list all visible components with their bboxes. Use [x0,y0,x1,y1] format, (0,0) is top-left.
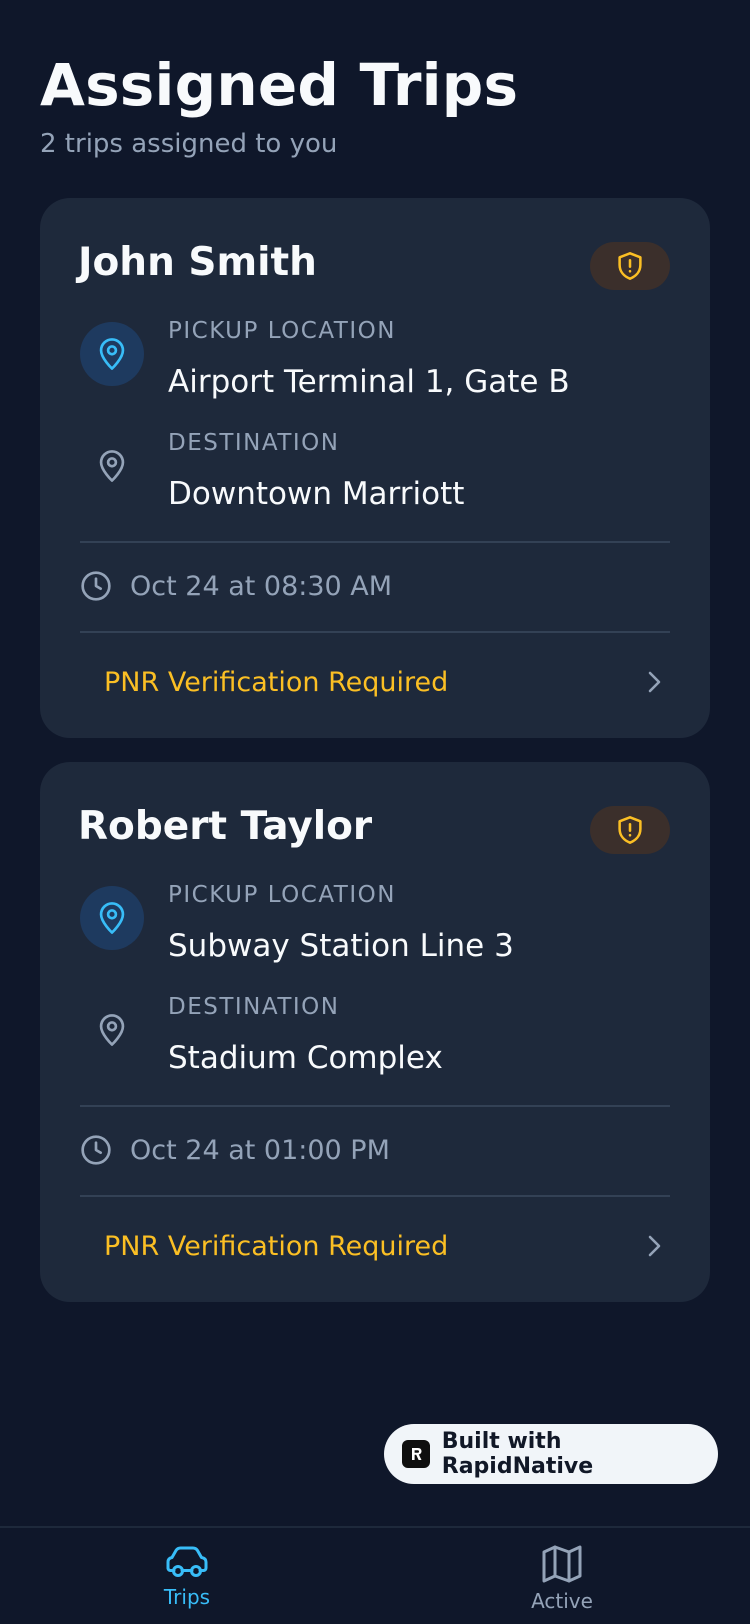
pickup-pin-container [80,322,144,386]
destination-value: Stadium Complex [168,1040,443,1076]
divider [80,1195,670,1197]
divider [80,631,670,633]
chevron-right-icon [648,1235,661,1257]
clock-icon [81,1135,111,1165]
pickup-pin-container [80,886,144,950]
trip-card[interactable]: John Smith PICKUP LOCATION Airport Termi… [40,198,710,738]
passenger-name: John Smith [78,240,317,285]
pickup-label: PICKUP LOCATION [168,882,396,908]
tab-trips[interactable]: Trips [87,1544,287,1610]
tab-trips-label: Trips [163,1585,211,1609]
tab-active[interactable]: Active [462,1544,662,1614]
destination-pin-container [80,998,144,1062]
trip-card[interactable]: Robert Taylor PICKUP LOCATION Subway Sta… [40,762,710,1302]
app-screen: Assigned Trips 2 trips assigned to you J… [0,0,750,1624]
pnr-verification-label: PNR Verification Required [104,1230,449,1262]
pickup-value: Subway Station Line 3 [168,928,514,964]
header: Assigned Trips 2 trips assigned to you [40,50,710,162]
verification-badge[interactable] [590,806,670,854]
destination-pin-container [80,434,144,498]
shield-alert-icon [618,816,642,844]
pnr-verification-button[interactable]: PNR Verification Required [80,634,670,730]
rapidnative-logo-icon [402,1440,430,1468]
pnr-verification-button[interactable]: PNR Verification Required [80,1198,670,1294]
divider [80,541,670,543]
page-subtitle: 2 trips assigned to you [40,129,338,159]
map-pin-icon [99,450,125,482]
trip-time: Oct 24 at 08:30 AM [130,570,393,602]
page-title: Assigned Trips [40,51,519,119]
trip-time: Oct 24 at 01:00 PM [130,1134,390,1166]
rapidnative-label: Built with RapidNative [441,1429,594,1479]
trip-time-row: Oct 24 at 01:00 PM [80,1128,390,1172]
map-pin-icon [99,1014,125,1046]
map-pin-icon [99,338,125,370]
rapidnative-badge[interactable]: Built with RapidNative [384,1424,718,1484]
pickup-label: PICKUP LOCATION [168,318,396,344]
verification-badge[interactable] [590,242,670,290]
pickup-value: Airport Terminal 1, Gate B [168,364,570,400]
tab-active-label: Active [531,1589,593,1613]
destination-value: Downtown Marriott [168,476,465,512]
clock-icon [81,571,111,601]
destination-label: DESTINATION [168,430,340,456]
destination-label: DESTINATION [168,994,340,1020]
divider [80,1105,670,1107]
chevron-right-icon [648,671,661,693]
shield-alert-icon [618,252,642,280]
map-pin-icon [99,902,125,934]
car-icon [166,1546,208,1577]
map-icon [542,1545,582,1583]
bottom-tab-bar: Trips Active [0,1526,750,1624]
trip-time-row: Oct 24 at 08:30 AM [80,564,392,608]
pnr-verification-label: PNR Verification Required [104,666,449,698]
passenger-name: Robert Taylor [78,804,373,849]
